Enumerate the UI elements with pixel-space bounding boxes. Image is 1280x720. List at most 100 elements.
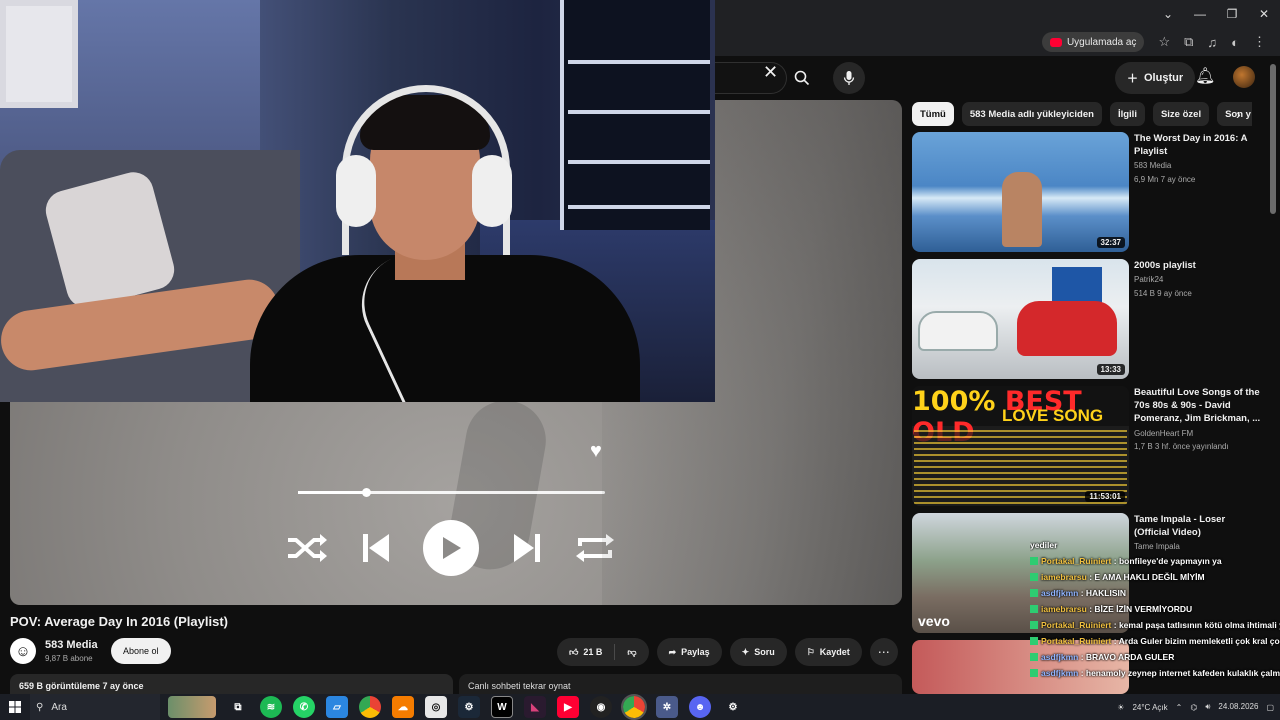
whatsapp-icon[interactable]: ✆ <box>293 696 315 718</box>
heart-icon[interactable]: ♥ <box>590 440 602 463</box>
ubisoft-icon[interactable]: ◎ <box>425 696 447 718</box>
chat-username[interactable]: asdfjkmn <box>1041 652 1078 662</box>
chat-username[interactable]: iamebrarsu <box>1041 572 1087 582</box>
chat-text: : henamoly zeynep internet kafeden kulak… <box>1078 668 1280 678</box>
settings-icon[interactable]: ⚙ <box>722 696 744 718</box>
chat-username[interactable]: Portakal_Ruiniert <box>1041 636 1111 646</box>
chevron-up-icon[interactable]: ⌃ <box>1176 703 1183 712</box>
cloud-icon[interactable]: ☁ <box>392 696 414 718</box>
like-button[interactable]: 👍︎ 21 B <box>557 638 614 666</box>
recommendation-item[interactable]: 13:33 2000s playlist Patrik24 514 B 9 ay… <box>912 259 1262 379</box>
video-thumbnail[interactable]: 32:37 <box>912 132 1129 252</box>
file-icon[interactable]: ▱ <box>326 696 348 718</box>
like-dislike-group: 👍︎ 21 B 👎︎ <box>557 638 649 666</box>
channel-name[interactable]: 583 Media <box>45 639 98 651</box>
progress-knob[interactable] <box>361 488 371 497</box>
chat-username[interactable]: Portakal_Ruiniert <box>1041 620 1111 630</box>
player-controls <box>286 520 616 576</box>
sparkle-icon: ✦ <box>741 646 750 657</box>
chat-username[interactable]: asdfjkmn <box>1041 668 1078 678</box>
dislike-button[interactable]: 👎︎ <box>615 638 648 666</box>
recommendation-title[interactable]: Beautiful Love Songs of the 70s 80s & 90… <box>1134 386 1262 425</box>
volume-icon[interactable]: 🔊︎ <box>1205 702 1210 712</box>
media-controls-icon[interactable]: ♫ <box>1207 35 1217 50</box>
video-thumbnail[interactable]: 100% BEST OLD LOVE SONG 11:53:01 <box>912 386 1129 506</box>
discord-icon[interactable]: ☻ <box>689 696 711 718</box>
task-view-icon[interactable]: ⧉ <box>227 696 249 718</box>
chat-text: yediler <box>1030 540 1058 550</box>
chat-username[interactable]: iamebrarsu <box>1041 604 1087 614</box>
profile-icon[interactable]: ◐ <box>1231 35 1239 50</box>
repeat-button[interactable] <box>574 532 616 564</box>
chip-related[interactable]: İlgili <box>1109 102 1145 126</box>
chrome-icon[interactable] <box>359 696 381 718</box>
video-thumbnail[interactable]: 13:33 <box>912 259 1129 379</box>
share-button[interactable]: ➦ Paylaş <box>656 638 722 666</box>
obs-icon[interactable]: ◉ <box>590 696 612 718</box>
youtube-app-icon[interactable]: ▶ <box>557 696 579 718</box>
open-in-app-button[interactable]: Uygulamada aç <box>1041 32 1145 52</box>
create-button[interactable]: ＋ Oluştur <box>1115 62 1196 94</box>
chat-username[interactable]: Portakal_Ruiniert <box>1041 556 1111 566</box>
chip-recent[interactable]: Son y <box>1217 102 1252 126</box>
steam-icon[interactable]: ⚙ <box>458 696 480 718</box>
recommendation-title[interactable]: 2000s playlist <box>1134 259 1262 272</box>
shuffle-button[interactable] <box>286 532 328 564</box>
spotify-icon[interactable]: ≋ <box>260 696 282 718</box>
recommendation-title[interactable]: Tame Impala - Loser (Official Video) <box>1134 513 1262 539</box>
ask-button[interactable]: ✦ Soru <box>729 638 787 666</box>
network-app-icon[interactable]: ✲ <box>656 696 678 718</box>
duration-badge: 13:33 <box>1096 364 1125 375</box>
chrome-active-icon[interactable] <box>621 694 647 720</box>
recommendation-channel[interactable]: Patrik24 <box>1134 275 1163 284</box>
search-button[interactable] <box>787 62 817 94</box>
clock[interactable]: 24.08.2026 <box>1218 702 1258 712</box>
save-button[interactable]: ⚐ Kaydet <box>794 638 862 666</box>
next-button[interactable] <box>512 532 542 564</box>
more-actions-icon[interactable]: ⋯ <box>869 638 898 666</box>
chat-username[interactable]: asdfjkmn <box>1041 588 1078 598</box>
weather-text[interactable]: 24°C Açık <box>1132 703 1167 712</box>
progress-fill <box>298 491 366 494</box>
description-box[interactable]: 659 B görüntüleme 7 ay önce <box>10 674 453 694</box>
game-icon[interactable]: ◣ <box>524 696 546 718</box>
headphone-right-cup <box>472 155 512 227</box>
search-highlight-icon[interactable] <box>168 696 216 718</box>
share-icon: ➦ <box>668 646 677 657</box>
recommendation-channel[interactable]: 583 Media <box>1134 161 1171 170</box>
channel-avatar[interactable]: ☺ <box>10 638 36 664</box>
launcher-icon[interactable]: W <box>491 696 513 718</box>
taskbar-search[interactable]: ⚲ Ara <box>30 694 160 720</box>
account-avatar[interactable] <box>1233 66 1255 88</box>
playlist-progress-bar[interactable] <box>298 488 605 497</box>
chat-replay-button[interactable]: Canlı sohbeti tekrar oynat <box>459 674 902 694</box>
chip-for-you[interactable]: Size özel <box>1152 102 1210 126</box>
recommendation-item[interactable]: 32:37 The Worst Day in 2016: A Playlist … <box>912 132 1262 252</box>
browser-menu-icon[interactable]: ⋮ <box>1253 34 1266 50</box>
minimize-icon[interactable]: — <box>1184 0 1216 28</box>
maximize-icon[interactable]: ❐ <box>1216 0 1248 28</box>
subscribe-button[interactable]: Abone ol <box>111 638 171 664</box>
bookmark-star-icon[interactable]: ☆ <box>1158 34 1170 50</box>
notifications-bell-icon[interactable]: 🔔︎ <box>1195 66 1215 86</box>
chip-all[interactable]: Tümü <box>912 102 954 126</box>
tab-search-icon[interactable]: ⌄ <box>1152 0 1184 28</box>
chat-badge-icon <box>1030 653 1038 661</box>
chip-uploader[interactable]: 583 Media adlı yükleyiciden <box>961 102 1102 126</box>
extensions-icon[interactable]: ⧉ <box>1184 34 1193 50</box>
voice-search-button[interactable] <box>833 62 865 94</box>
play-button[interactable] <box>423 520 479 576</box>
start-button[interactable] <box>0 701 30 713</box>
previous-button[interactable] <box>361 532 391 564</box>
page-scrollbar[interactable] <box>1270 64 1276 214</box>
close-window-icon[interactable]: ✕ <box>1248 0 1280 28</box>
clear-search-icon[interactable]: ✕ <box>763 62 778 83</box>
chevron-right-icon[interactable]: › <box>1236 106 1241 122</box>
browser-title-bar: ⌄ — ❐ ✕ <box>715 0 1280 28</box>
chat-badge-icon <box>1030 557 1038 565</box>
recommendation-item[interactable]: 100% BEST OLD LOVE SONG 11:53:01 Beautif… <box>912 386 1262 506</box>
recommendation-channel[interactable]: GoldenHeart FM <box>1134 429 1193 438</box>
recommendation-title[interactable]: The Worst Day in 2016: A Playlist <box>1134 132 1262 158</box>
network-icon[interactable]: ⌬ <box>1190 703 1197 712</box>
notifications-icon[interactable]: ▢ <box>1266 703 1274 712</box>
